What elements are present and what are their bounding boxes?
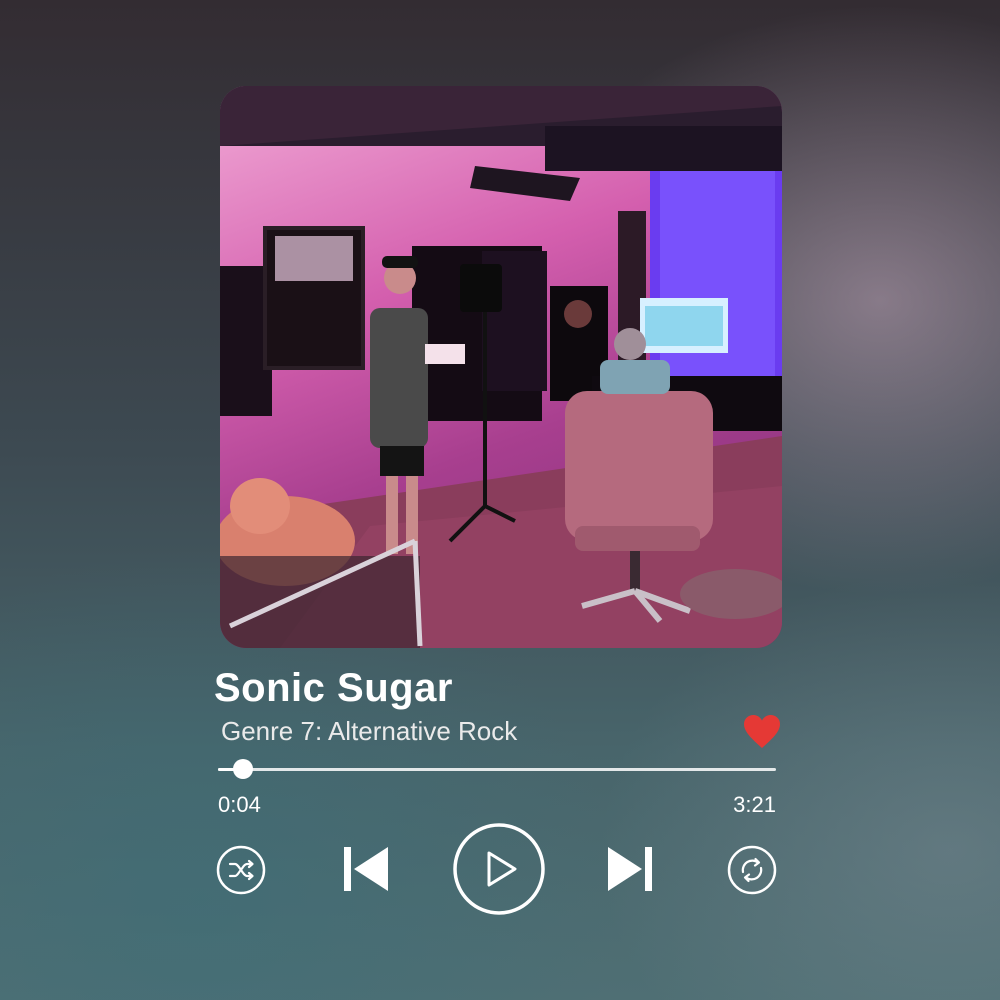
heart-icon — [744, 715, 780, 748]
play-button[interactable] — [452, 822, 546, 916]
shuffle-button[interactable] — [216, 845, 266, 895]
like-button[interactable] — [744, 715, 780, 749]
album-art — [220, 86, 782, 648]
skip-next-icon — [608, 847, 652, 891]
repeat-icon — [727, 845, 777, 895]
current-time: 0:04 — [218, 792, 261, 817]
progress-bar[interactable] — [218, 759, 776, 779]
track-subtitle: Genre 7: Alternative Rock — [221, 716, 518, 746]
repeat-button[interactable] — [727, 845, 777, 895]
total-time: 3:21 — [733, 792, 776, 817]
track-title: Sonic Sugar — [214, 666, 453, 710]
album-cover-image — [220, 86, 782, 648]
previous-button[interactable] — [342, 845, 390, 893]
shuffle-icon — [216, 845, 266, 895]
next-button[interactable] — [606, 845, 654, 893]
play-icon — [453, 823, 545, 915]
skip-previous-icon — [344, 847, 388, 891]
progress-knob[interactable] — [233, 759, 254, 779]
